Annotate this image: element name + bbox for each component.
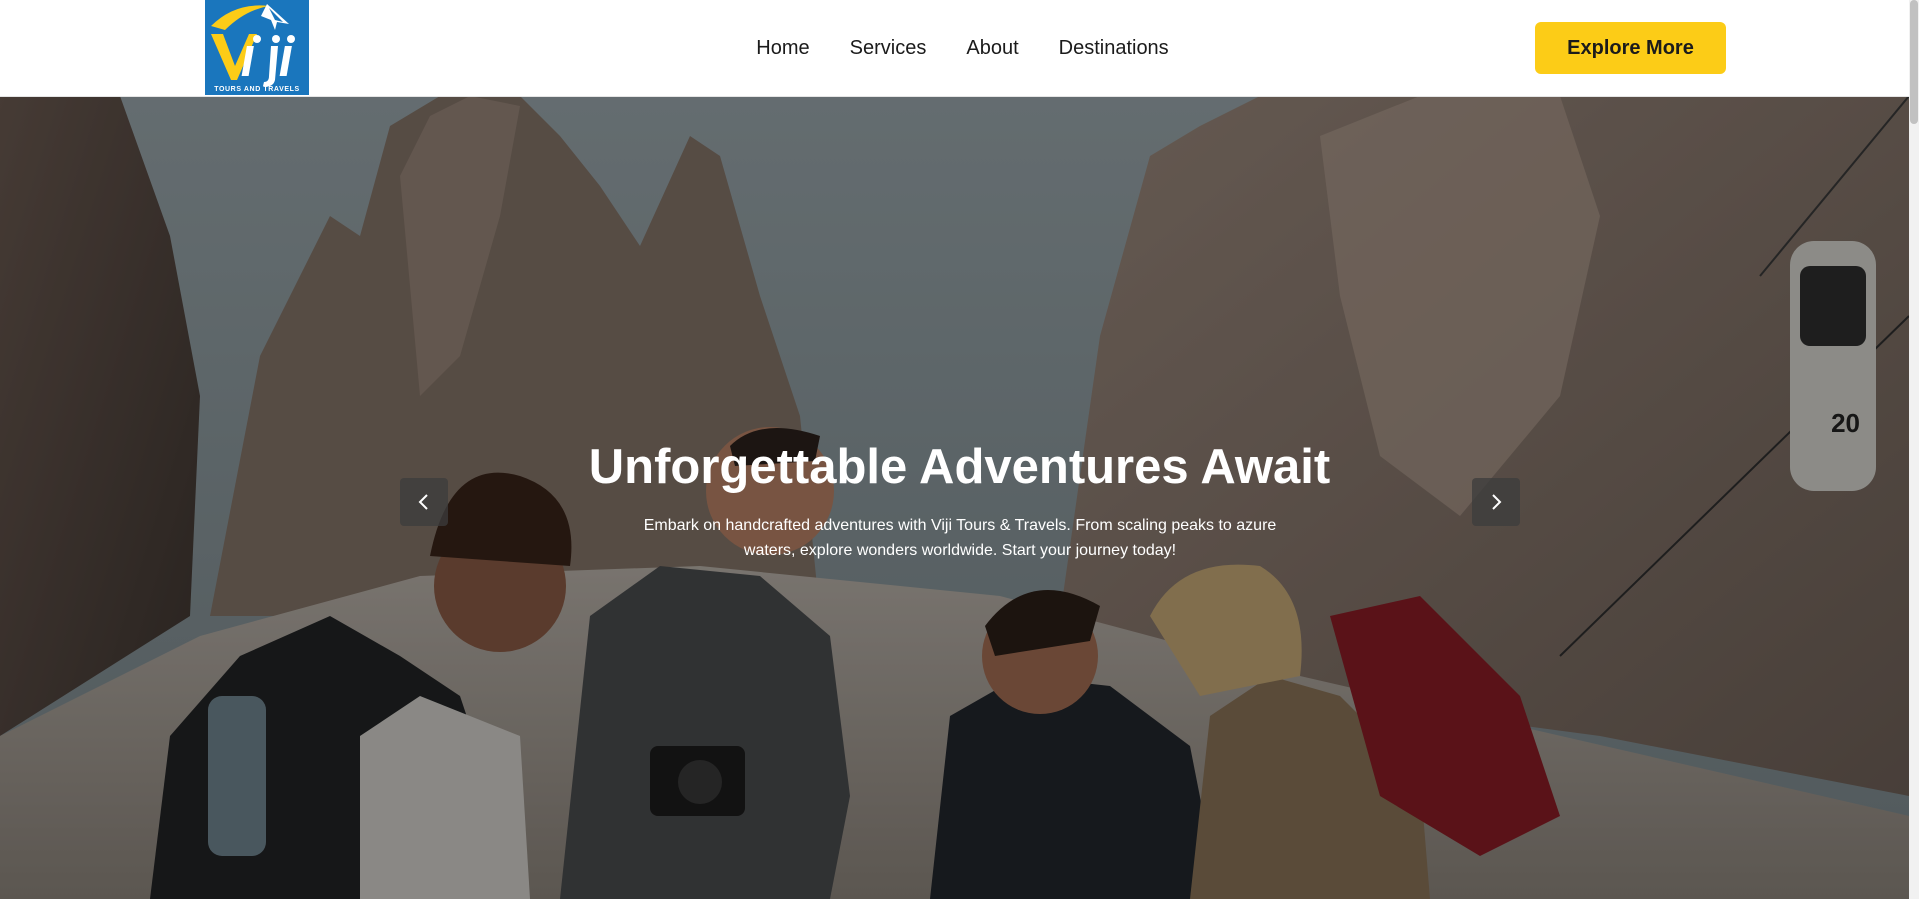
hero-carousel: 20 Unforgettable Adventures Await Embark… (0, 96, 1909, 899)
hero-description: Embark on handcrafted adventures with Vi… (643, 517, 1277, 559)
carousel-next-button[interactable] (1472, 478, 1520, 526)
viji-logo-icon (211, 4, 295, 87)
nav-home[interactable]: Home (756, 37, 809, 60)
nav-services[interactable]: Services (850, 37, 927, 60)
nav-about[interactable]: About (966, 37, 1018, 60)
chevron-left-icon (418, 494, 428, 510)
logo-tagline: TOURS AND TRAVELS (214, 86, 300, 93)
site-header: TOURS AND TRAVELS Home Services About De… (0, 0, 1919, 97)
nav-destinations[interactable]: Destinations (1059, 37, 1169, 60)
explore-more-button[interactable]: Explore More (1535, 22, 1726, 74)
hero-overlay (0, 96, 1909, 899)
chevron-right-icon (1492, 494, 1502, 510)
brand-logo[interactable]: TOURS AND TRAVELS (205, 0, 309, 95)
hero-title: Unforgettable Adventures Await (588, 440, 1331, 494)
page-scrollbar[interactable] (1909, 0, 1919, 899)
scrollbar-thumb[interactable] (1910, 0, 1918, 124)
